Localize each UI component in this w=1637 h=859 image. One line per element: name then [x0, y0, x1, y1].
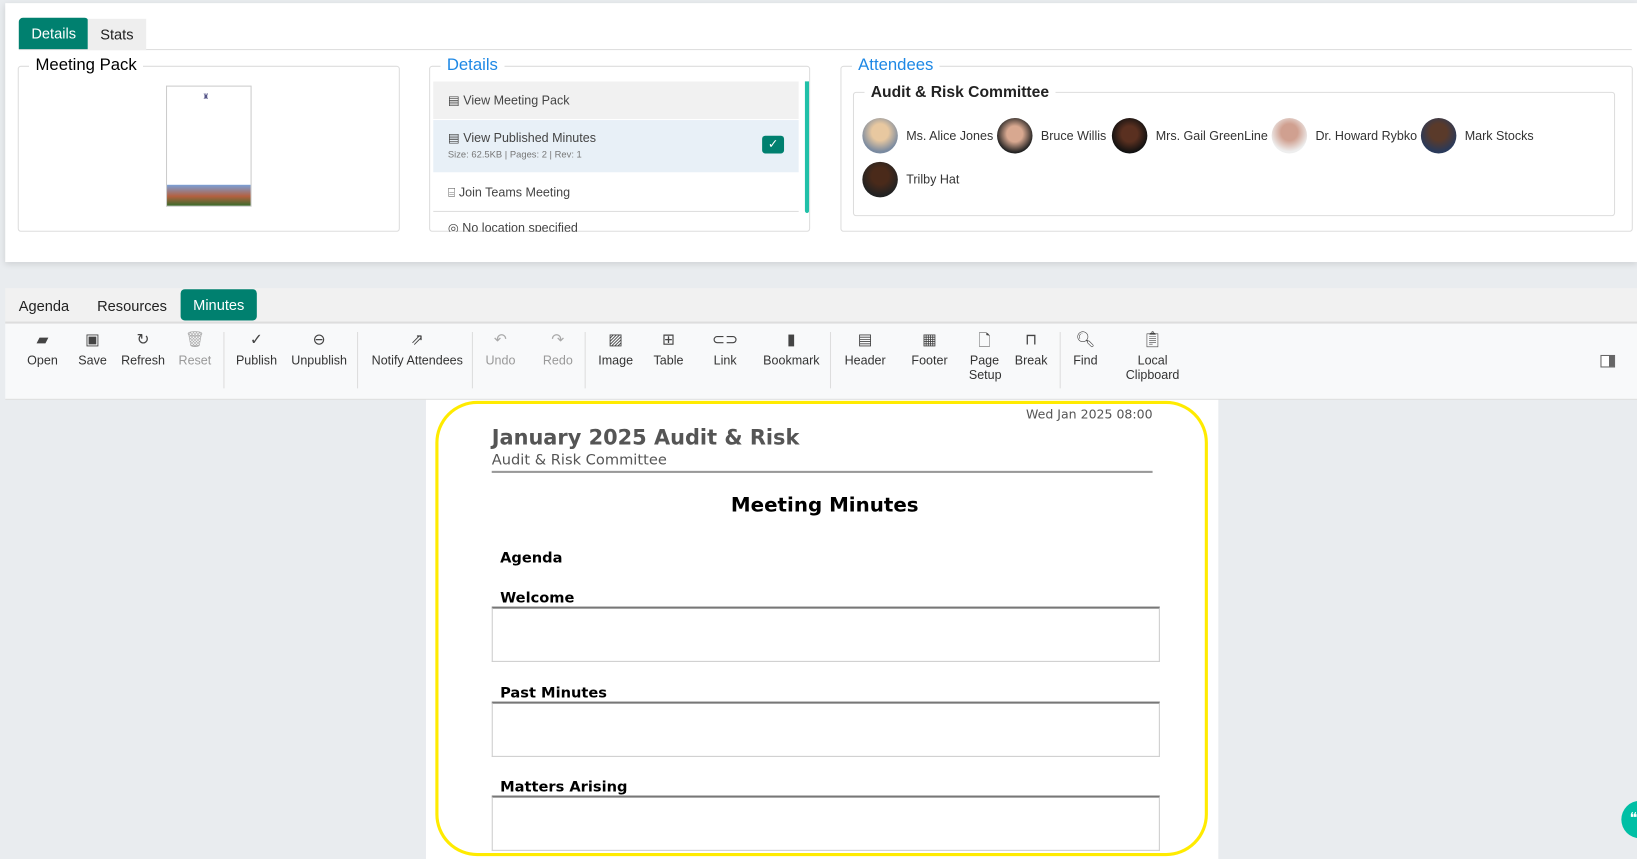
avatar [1111, 117, 1148, 154]
attendee[interactable]: Mark Stocks [1420, 117, 1534, 154]
folder-open-icon: ▰ [36, 330, 49, 349]
avatar [997, 117, 1033, 154]
attendee[interactable]: Bruce Willis [997, 117, 1106, 154]
agenda-label: Agenda [500, 550, 563, 567]
published-checkbox[interactable]: ✓ [762, 135, 785, 154]
check-icon: ✓ [249, 330, 264, 349]
share-icon: ⇗ [410, 330, 424, 349]
meeting-pack-thumbnail[interactable]: ♜ [165, 85, 252, 207]
search-icon: 🔍︎ [1075, 330, 1096, 349]
tab-minutes[interactable]: Minutes [180, 289, 257, 321]
reset-button[interactable]: 🗑 Reset [179, 330, 212, 368]
location-text: ◎ No location specified [433, 212, 798, 232]
page-setup-button[interactable]: 🗋 Page Setup [969, 330, 1002, 382]
undo-button[interactable]: ↶ Undo [485, 330, 515, 368]
meeting-date: Wed Jan 2025 08:00 [1026, 407, 1153, 422]
open-button[interactable]: ▰ Open [27, 330, 58, 368]
footer-button[interactable]: ▦ Footer [911, 330, 947, 368]
meeting-pack-title: Meeting Pack [35, 56, 137, 75]
details-title: Details [446, 56, 498, 75]
link-button[interactable]: ⊂⊃ Link [712, 330, 738, 368]
avatar [1271, 117, 1308, 154]
table-icon: ⊞ [661, 330, 676, 349]
save-icon: ▣ [85, 330, 100, 349]
attendee[interactable]: Ms. Alice Jones [862, 117, 993, 154]
save-button[interactable]: ▣ Save [78, 330, 107, 368]
page-setup-icon: 🗋 [978, 331, 991, 350]
section-notes-box[interactable] [491, 701, 1160, 757]
local-clipboard-button[interactable]: 📋︎ Local Clipboard [1125, 330, 1180, 382]
section-title: Matters Arising [500, 778, 628, 796]
undo-icon: ↶ [493, 330, 507, 349]
attendee[interactable]: Mrs. Gail GreenLine [1111, 117, 1268, 154]
section-title: Past Minutes [500, 684, 608, 702]
view-published-minutes-link[interactable]: ▤ View Published Minutes Size: 62.5KB | P… [433, 120, 799, 173]
tab-stats[interactable]: Stats [87, 18, 147, 51]
clipboard-icon: 📋︎ [1142, 330, 1163, 349]
bookmark-button[interactable]: ▮ Bookmark [763, 330, 819, 368]
trash-icon: 🗑 [184, 330, 205, 349]
avatar [862, 117, 898, 154]
page-break-icon: ⊓ [1025, 330, 1038, 349]
redo-button[interactable]: ↷ Redo [543, 330, 573, 368]
document-title: January 2025 Audit & Risk [491, 424, 800, 450]
chat-button[interactable]: ❝ [1621, 800, 1637, 839]
redo-icon: ↷ [551, 330, 565, 349]
view-meeting-pack-link[interactable]: ▤ View Meeting Pack [433, 81, 799, 120]
teams-icon: ⌸ [447, 184, 459, 200]
publish-button[interactable]: ✓ Publish [236, 330, 277, 368]
break-button[interactable]: ⊓ Break [1015, 330, 1048, 368]
chat-icon: ❝ [1629, 809, 1637, 826]
location-icon: ◎ [447, 220, 463, 232]
minus-circle-icon: ⊖ [312, 330, 326, 349]
unpublish-button[interactable]: ⊖ Unpublish [291, 330, 347, 368]
avatar [862, 161, 898, 198]
attendee[interactable]: Dr. Howard Rybko [1271, 117, 1417, 154]
attendees-title: Attendees [858, 56, 934, 75]
document-subtitle: Audit & Risk Committee [491, 452, 667, 469]
tab-details[interactable]: Details [18, 17, 89, 50]
header-icon: ▤ [857, 330, 873, 349]
minutes-heading: Meeting Minutes [730, 493, 919, 517]
notify-attendees-button[interactable]: ⇗ Notify Attendees [372, 330, 463, 368]
refresh-icon: ↻ [136, 330, 150, 349]
document-icon: ▤ [447, 130, 464, 146]
attendee[interactable]: Trilby Hat [862, 161, 959, 198]
image-icon: ▨ [608, 330, 624, 349]
header-button[interactable]: ▤ Header [845, 330, 886, 368]
find-button[interactable]: 🔍︎ Find [1073, 330, 1097, 368]
section-title: Welcome [500, 589, 575, 607]
section-notes-box[interactable] [491, 795, 1160, 851]
tab-agenda[interactable]: Agenda [6, 290, 81, 321]
image-button[interactable]: ▨ Image [598, 330, 633, 368]
toggle-sidebar-icon[interactable] [1600, 354, 1616, 368]
section-notes-box[interactable] [491, 606, 1160, 662]
avatar [1420, 117, 1457, 154]
footer-icon: ▦ [922, 330, 937, 349]
committee-name: Audit & Risk Committee [870, 83, 1050, 102]
document-icon: ▤ [447, 92, 464, 108]
link-icon: ⊂⊃ [712, 330, 739, 349]
join-teams-link[interactable]: ⌸ Join Teams Meeting [433, 173, 799, 212]
minutes-meta: Size: 62.5KB | Pages: 2 | Rev: 1 [447, 149, 582, 160]
table-button[interactable]: ⊞ Table [654, 330, 684, 368]
bookmark-icon: ▮ [787, 330, 796, 349]
details-scrollbar[interactable] [804, 81, 810, 213]
tab-resources[interactable]: Resources [85, 290, 180, 321]
refresh-button[interactable]: ↻ Refresh [121, 330, 165, 368]
